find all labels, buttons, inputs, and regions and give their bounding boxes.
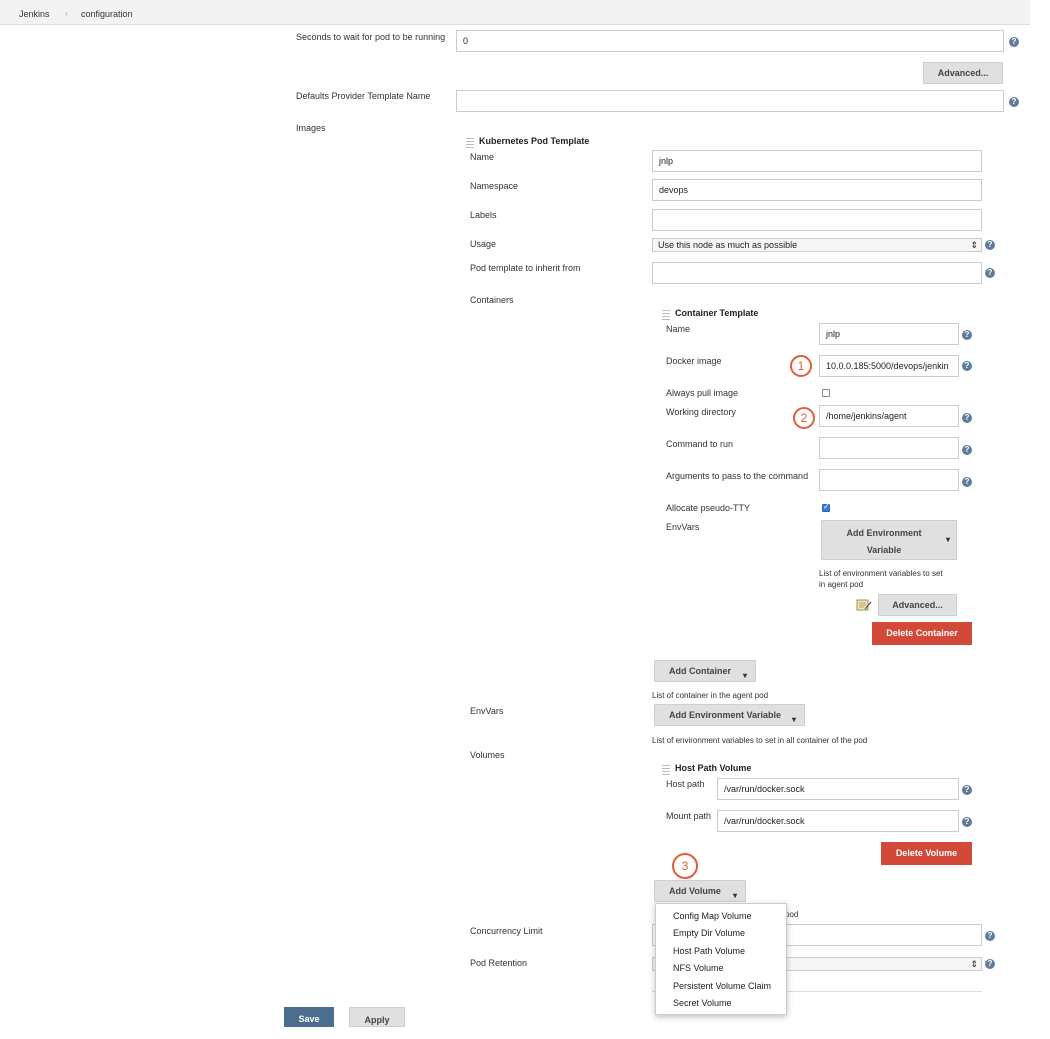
containers-label: Containers bbox=[470, 295, 514, 305]
volume-type-menu: Config Map Volume Empty Dir Volume Host … bbox=[655, 903, 787, 1015]
delete-volume-button[interactable]: Delete Volume bbox=[881, 842, 972, 865]
pod-name-input[interactable]: jnlp bbox=[652, 150, 982, 172]
usage-label: Usage bbox=[470, 239, 497, 249]
tty-checkbox[interactable] bbox=[822, 502, 830, 512]
host-path-label: Host path bbox=[666, 779, 705, 789]
question-icon[interactable]: ? bbox=[962, 413, 972, 423]
add-container-env-button[interactable]: Add Environment Variable ▾ bbox=[821, 520, 957, 560]
menu-item-secret-volume[interactable]: Secret Volume bbox=[673, 998, 732, 1008]
question-icon[interactable]: ? bbox=[985, 959, 995, 969]
question-icon[interactable]: ? bbox=[962, 785, 972, 795]
mount-path-label: Mount path bbox=[666, 811, 712, 821]
concurrency-label: Concurrency Limit bbox=[470, 926, 543, 936]
question-icon[interactable]: ? bbox=[962, 817, 972, 827]
inherit-label: Pod template to inherit from bbox=[470, 263, 581, 273]
save-button[interactable]: Save bbox=[284, 1007, 334, 1027]
menu-item-config-map-volume[interactable]: Config Map Volume bbox=[673, 911, 752, 921]
pod-template-title: Kubernetes Pod Template bbox=[479, 136, 590, 146]
drag-handle-icon[interactable] bbox=[662, 763, 670, 775]
pod-envvars-label: EnvVars bbox=[470, 706, 504, 716]
inherit-input[interactable] bbox=[652, 262, 982, 284]
breadcrumb-separator: › bbox=[65, 9, 68, 18]
notepad-icon bbox=[856, 598, 872, 612]
question-icon[interactable]: ? bbox=[962, 330, 972, 340]
question-icon[interactable]: ? bbox=[962, 361, 972, 371]
question-icon[interactable]: ? bbox=[985, 931, 995, 941]
delete-container-button[interactable]: Delete Container bbox=[872, 622, 972, 645]
usage-select-value: Use this node as much as possible bbox=[658, 240, 798, 250]
namespace-input[interactable]: devops bbox=[652, 179, 982, 201]
breadcrumb-bar bbox=[0, 0, 1030, 25]
container-advanced-button[interactable]: Advanced... bbox=[878, 594, 957, 616]
volumes-label: Volumes bbox=[470, 750, 505, 760]
working-directory-input[interactable]: /home/jenkins/agent bbox=[819, 405, 959, 427]
add-container-button[interactable]: Add Container ▾ bbox=[654, 660, 756, 682]
annotation-3: 3 bbox=[672, 853, 698, 879]
docker-image-input[interactable]: 10.0.0.185:5000/devops/jenkin bbox=[819, 355, 959, 377]
namespace-label: Namespace bbox=[470, 181, 519, 191]
host-path-volume-title: Host Path Volume bbox=[675, 763, 752, 773]
add-container-label: Add Container bbox=[669, 666, 731, 676]
labels-input[interactable] bbox=[652, 209, 982, 231]
images-label: Images bbox=[296, 123, 326, 133]
question-icon[interactable]: ? bbox=[985, 240, 995, 250]
container-name-input[interactable]: jnlp bbox=[819, 323, 959, 345]
question-icon[interactable]: ? bbox=[962, 445, 972, 455]
select-arrows-icon: ⇕ bbox=[970, 959, 978, 969]
tty-label: Allocate pseudo-TTY bbox=[666, 503, 751, 513]
breadcrumb-configuration[interactable]: configuration bbox=[81, 9, 133, 19]
add-pod-env-label: Add Environment Variable bbox=[669, 710, 782, 720]
command-input[interactable] bbox=[819, 437, 959, 459]
container-envvars-label: EnvVars bbox=[666, 522, 700, 532]
container-name-label: Name bbox=[666, 324, 691, 334]
env-hint-line1: List of environment variables to set bbox=[819, 569, 943, 578]
menu-item-empty-dir-volume[interactable]: Empty Dir Volume bbox=[673, 928, 745, 938]
question-icon[interactable]: ? bbox=[962, 477, 972, 487]
mount-path-input[interactable]: /var/run/docker.sock bbox=[717, 810, 959, 832]
advanced-button[interactable]: Advanced... bbox=[923, 62, 1003, 84]
annotation-1: 1 bbox=[790, 355, 812, 377]
always-pull-checkbox[interactable] bbox=[822, 389, 830, 397]
menu-item-nfs-volume[interactable]: NFS Volume bbox=[673, 963, 724, 973]
breadcrumb-jenkins[interactable]: Jenkins bbox=[19, 9, 50, 19]
select-arrows-icon: ⇕ bbox=[970, 240, 978, 250]
arguments-label: Arguments to pass to the command bbox=[666, 471, 809, 481]
seconds-label: Seconds to wait for pod to be running bbox=[296, 32, 446, 42]
add-container-hint: List of container in the agent pod bbox=[652, 691, 769, 700]
apply-button[interactable]: Apply bbox=[349, 1007, 405, 1027]
annotation-2: 2 bbox=[793, 407, 815, 429]
add-env-line1: Add Environment bbox=[846, 528, 922, 538]
add-pod-env-button[interactable]: Add Environment Variable ▾ bbox=[654, 704, 805, 726]
container-template-title: Container Template bbox=[675, 308, 759, 318]
add-volume-hint-tail: pod bbox=[785, 910, 799, 919]
working-directory-label: Working directory bbox=[666, 407, 736, 417]
usage-select[interactable]: Use this node as much as possible ⇕ bbox=[652, 238, 982, 252]
defaults-provider-input[interactable] bbox=[456, 90, 1004, 112]
host-path-input[interactable]: /var/run/docker.sock bbox=[717, 778, 959, 800]
drag-handle-icon[interactable] bbox=[662, 308, 670, 320]
env-hint-line2: in agent pod bbox=[819, 580, 864, 589]
arguments-input[interactable] bbox=[819, 469, 959, 491]
caret-down-icon: ▾ bbox=[791, 715, 796, 724]
question-icon[interactable]: ? bbox=[1009, 97, 1019, 107]
add-pod-env-hint: List of environment variables to set in … bbox=[652, 736, 868, 745]
labels-label: Labels bbox=[470, 210, 497, 220]
caret-down-icon: ▾ bbox=[945, 535, 950, 544]
menu-item-host-path-volume[interactable]: Host Path Volume bbox=[673, 946, 745, 956]
pod-name-label: Name bbox=[470, 152, 495, 162]
command-label: Command to run bbox=[666, 439, 734, 449]
seconds-input[interactable]: 0 bbox=[456, 30, 1004, 52]
always-pull-label: Always pull image bbox=[666, 388, 739, 398]
caret-down-icon: ▾ bbox=[742, 671, 747, 680]
add-volume-button[interactable]: Add Volume ▾ bbox=[654, 880, 746, 902]
menu-item-persistent-volume-claim[interactable]: Persistent Volume Claim bbox=[673, 981, 771, 991]
question-icon[interactable]: ? bbox=[985, 268, 995, 278]
question-icon[interactable]: ? bbox=[1009, 37, 1019, 47]
add-volume-label: Add Volume bbox=[669, 886, 721, 896]
docker-image-label: Docker image bbox=[666, 356, 722, 366]
add-env-line2: Variable bbox=[866, 545, 902, 555]
defaults-provider-label: Defaults Provider Template Name bbox=[296, 91, 431, 101]
pod-retention-label: Pod Retention bbox=[470, 958, 528, 968]
drag-handle-icon[interactable] bbox=[466, 136, 474, 148]
